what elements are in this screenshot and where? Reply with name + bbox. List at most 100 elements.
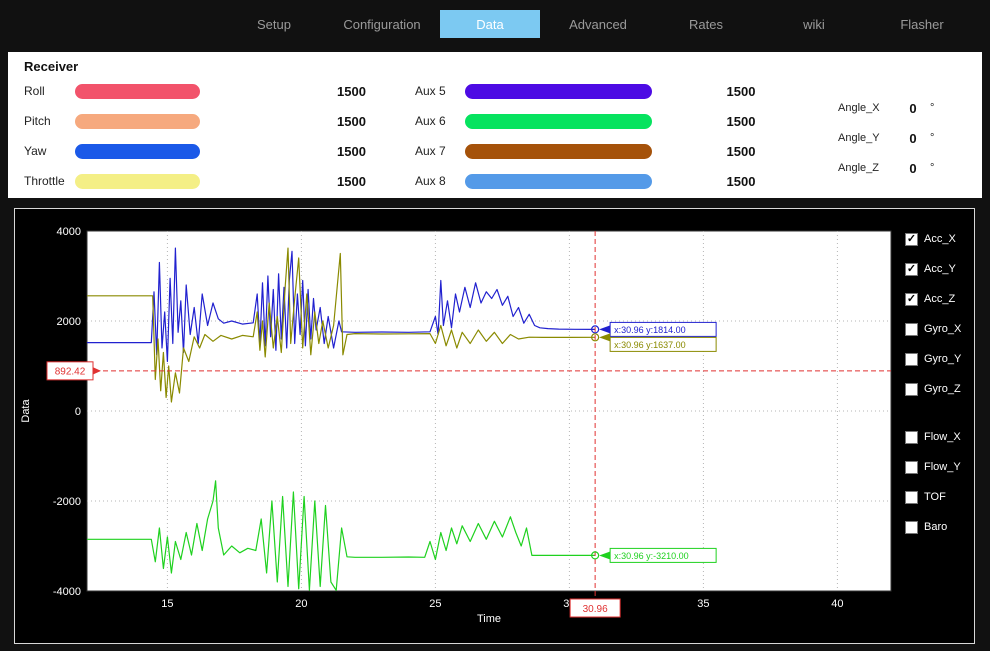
legend-item-gyro_y: Gyro_Y xyxy=(905,349,974,369)
degree-unit: ° xyxy=(930,132,935,144)
channel-label-yaw: Yaw xyxy=(24,144,47,158)
legend-label-tof: TOF xyxy=(924,491,946,503)
legend-label-gyro_x: Gyro_X xyxy=(924,323,962,335)
x-tick-label: 20 xyxy=(295,598,307,610)
channel-label-pitch: Pitch xyxy=(24,114,51,128)
app-window: Setup Configuration Data Advanced Rates wiki F… xyxy=(0,0,990,651)
channel-bar-aux6 xyxy=(465,113,652,129)
angle-readouts: Angle_X 0 ° Angle_Y 0 ° Angle_Z 0 ° xyxy=(838,93,946,183)
legend-item-gyro_z: Gyro_Z xyxy=(905,379,974,399)
channel-bar-aux5 xyxy=(465,83,652,99)
channel-label-aux6: Aux 6 xyxy=(415,114,446,128)
tab-rates[interactable]: Rates xyxy=(656,10,756,38)
y-tick-label: -4000 xyxy=(53,586,81,598)
legend-item-baro: Baro xyxy=(905,517,974,537)
tooltip-text-Acc_Z: x:30.96 y:-3210.00 xyxy=(614,551,689,561)
x-tick-label: 40 xyxy=(831,598,843,610)
checkbox-flow_x[interactable] xyxy=(905,430,918,444)
legend-group-2: Flow_X Flow_Y xyxy=(905,427,974,477)
angle-label-angle_z: Angle_Z xyxy=(838,162,879,174)
angle-value-angle_z: 0 xyxy=(909,160,917,176)
legend-label-acc_y: Acc_Y xyxy=(924,263,956,275)
chart-legend: Acc_XAcc_YAcc_ZGyro_XGyro_YGyro_ZFlow_XF… xyxy=(903,209,974,643)
channel-value-aux8: 1500 xyxy=(726,173,756,189)
legend-label-gyro_y: Gyro_Y xyxy=(924,353,962,365)
checkbox-flow_y[interactable] xyxy=(905,460,918,474)
chart-panel: 15 20 25 30 35 40 4000 2000 0 -2000 -4000 x:30.96 y… xyxy=(14,208,975,644)
checkbox-gyro_z[interactable] xyxy=(905,382,918,396)
cursor-x-value: 30.96 xyxy=(583,604,608,615)
channel-label-aux7: Aux 7 xyxy=(415,144,446,158)
top-nav: Setup Configuration Data Advanced Rates wiki F… xyxy=(0,0,990,48)
channel-bar-aux7 xyxy=(465,143,652,159)
channel-value-pitch: 1500 xyxy=(337,113,366,129)
legend-label-acc_x: Acc_X xyxy=(924,233,956,245)
receiver-channels: Roll 1500 Aux 5 1500 Pitch 1500 Aux 6 1500 Yaw 15… xyxy=(24,76,830,196)
x-tick-label: 35 xyxy=(697,598,709,610)
checkbox-tof[interactable] xyxy=(905,490,918,504)
tab-configuration[interactable]: Configuration xyxy=(332,10,432,38)
channel-label-roll: Roll xyxy=(24,84,45,98)
x-tick-label: 25 xyxy=(429,598,441,610)
legend-item-flow_y: Flow_Y xyxy=(905,457,974,477)
tab-setup[interactable]: Setup xyxy=(224,10,324,38)
legend-label-gyro_z: Gyro_Z xyxy=(924,383,961,395)
angle-label-angle_x: Angle_X xyxy=(838,102,880,114)
legend-label-flow_x: Flow_X xyxy=(924,431,961,443)
channel-bar-pitch xyxy=(75,113,200,129)
y-tick-label: 2000 xyxy=(57,316,81,328)
checkbox-gyro_x[interactable] xyxy=(905,322,918,336)
y-tick-label: 0 xyxy=(75,406,81,418)
degree-unit: ° xyxy=(930,162,935,174)
checkbox-acc_x[interactable] xyxy=(905,232,918,246)
tooltip-text-Acc_Y: x:30.96 y:1637.00 xyxy=(614,340,686,350)
y-axis-label: Data xyxy=(20,399,32,423)
channel-value-yaw: 1500 xyxy=(337,143,366,159)
checkbox-baro[interactable] xyxy=(905,520,918,534)
channel-bar-aux8 xyxy=(465,173,652,189)
chart-svg: 15 20 25 30 35 40400020000-2000-4000x:30.96 y… xyxy=(20,226,892,625)
channel-label-aux8: Aux 8 xyxy=(415,174,446,188)
legend-label-baro: Baro xyxy=(924,521,948,533)
angle-value-angle_x: 0 xyxy=(909,100,917,116)
x-axis-label: Time xyxy=(477,613,501,625)
y-tick-label: 4000 xyxy=(57,226,81,238)
nav-tabs: Setup Configuration Data Advanced Rates wiki F… xyxy=(220,10,976,38)
tooltip-text-Acc_X: x:30.96 y:1814.00 xyxy=(614,325,686,335)
legend-item-tof: TOF xyxy=(905,487,974,507)
channel-bar-throttle xyxy=(75,173,200,189)
x-tick-label: 15 xyxy=(161,598,173,610)
legend-item-flow_x: Flow_X xyxy=(905,427,974,447)
receiver-panel: Receiver Roll 1500 Aux 5 1500 Pitch 1500 Aux 6… xyxy=(8,52,982,198)
legend-item-acc_z: Acc_Z xyxy=(905,289,974,309)
channel-label-aux5: Aux 5 xyxy=(415,84,446,98)
tab-flasher[interactable]: Flasher xyxy=(872,10,972,38)
legend-group-1: Gyro_X Gyro_Y Gyro_Z xyxy=(905,319,974,399)
channel-value-throttle: 1500 xyxy=(337,173,366,189)
legend-label-acc_z: Acc_Z xyxy=(924,293,956,305)
channel-label-throttle: Throttle xyxy=(24,174,65,188)
legend-group-4: Baro xyxy=(905,517,974,537)
checkbox-acc_y[interactable] xyxy=(905,262,918,276)
checkbox-acc_z[interactable] xyxy=(905,292,918,306)
degree-unit: ° xyxy=(930,102,935,114)
cursor-y-value: 892.42 xyxy=(55,366,86,377)
channel-value-roll: 1500 xyxy=(337,83,366,99)
channel-bar-yaw xyxy=(75,143,200,159)
legend-group-0: Acc_X Acc_Y Acc_Z xyxy=(905,229,974,309)
legend-group-3: TOF xyxy=(905,487,974,507)
angle-value-angle_y: 0 xyxy=(909,130,917,146)
tab-advanced[interactable]: Advanced xyxy=(548,10,648,38)
tab-data[interactable]: Data xyxy=(440,10,540,38)
angle-label-angle_y: Angle_Y xyxy=(838,132,880,144)
checkbox-gyro_y[interactable] xyxy=(905,352,918,366)
channel-value-aux7: 1500 xyxy=(726,143,756,159)
legend-item-gyro_x: Gyro_X xyxy=(905,319,974,339)
legend-item-acc_x: Acc_X xyxy=(905,229,974,249)
y-tick-label: -2000 xyxy=(53,496,81,508)
channel-bar-roll xyxy=(75,83,200,99)
receiver-title: Receiver xyxy=(24,59,79,74)
legend-item-acc_y: Acc_Y xyxy=(905,259,974,279)
channel-value-aux5: 1500 xyxy=(726,83,756,99)
tab-wiki[interactable]: wiki xyxy=(764,10,864,38)
